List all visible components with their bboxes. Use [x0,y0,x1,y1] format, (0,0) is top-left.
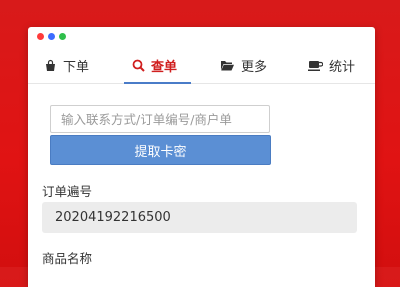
folder-open-icon [220,59,235,72]
fetch-card-secret-button[interactable]: 提取卡密 [50,135,271,165]
window-titlebar [28,27,375,47]
tab-stats[interactable]: 统计 [308,47,355,83]
order-number-value: 20204192216500 [55,210,171,225]
minimize-window-dot[interactable] [48,33,55,40]
order-number-field: 20204192216500 [42,202,357,233]
tab-query-label: 查单 [151,59,178,75]
tab-query[interactable]: 查单 [123,47,192,84]
maximize-window-dot[interactable] [59,33,66,40]
tab-stats-label: 统计 [329,59,356,75]
close-window-dot[interactable] [37,33,44,40]
tab-buy[interactable]: 下单 [44,47,89,83]
tab-buy-label: 下单 [63,59,90,75]
search-icon [132,59,145,72]
order-number-label: 订单遍号 [42,184,93,199]
tab-more[interactable]: 更多 [220,47,267,83]
order-search-input[interactable] [50,105,270,133]
app-window: 下单 查单 更多 统计 提取卡密 订单遍号 20204192216500 商品名… [28,27,375,287]
shopping-bag-icon [44,59,57,72]
coffee-cup-icon [308,59,323,72]
tab-bar: 下单 查单 更多 统计 [28,47,375,84]
product-name-label: 商品名称 [42,251,93,266]
tab-more-label: 更多 [241,59,268,75]
